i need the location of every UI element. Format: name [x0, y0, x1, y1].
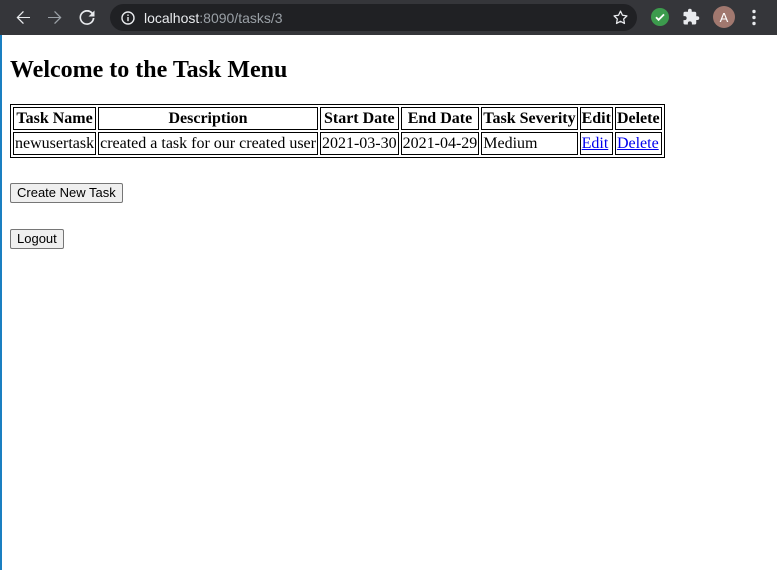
create-task-button[interactable]: Create New Task	[10, 183, 123, 203]
browser-toolbar: localhost:8090/tasks/3 A	[0, 0, 777, 35]
menu-icon[interactable]	[751, 9, 757, 26]
extension-check-icon[interactable]	[651, 8, 669, 26]
delete-link[interactable]: Delete	[617, 135, 659, 152]
header-delete: Delete	[614, 107, 662, 130]
cell-edit: Edit	[579, 132, 613, 155]
page-content: Welcome to the Task Menu Task Name Descr…	[10, 36, 665, 249]
table-header-row: Task Name Description Start Date End Dat…	[13, 107, 662, 130]
cell-description: created a task for our created user	[98, 132, 318, 155]
cell-delete: Delete	[614, 132, 662, 155]
window-edge	[0, 0, 2, 570]
reload-button[interactable]	[71, 0, 103, 35]
edit-link[interactable]: Edit	[582, 135, 609, 152]
header-task-name: Task Name	[13, 107, 97, 130]
logout-button[interactable]: Logout	[10, 229, 64, 249]
cell-task-name: newusertask	[13, 132, 97, 155]
cell-end-date: 2021-04-29	[400, 132, 480, 155]
star-icon[interactable]	[612, 9, 629, 26]
url-text[interactable]: localhost:8090/tasks/3	[144, 10, 283, 26]
table-row: newusertask created a task for our creat…	[13, 132, 662, 155]
back-button[interactable]	[7, 0, 39, 35]
url-path: :8090/tasks/3	[199, 9, 283, 26]
forward-icon	[48, 10, 62, 24]
info-icon[interactable]	[121, 10, 135, 25]
cell-severity: Medium	[481, 132, 578, 155]
forward-button[interactable]	[39, 0, 71, 35]
header-end-date: End Date	[400, 107, 480, 130]
page-title: Welcome to the Task Menu	[10, 57, 288, 83]
header-description: Description	[98, 107, 318, 130]
puzzle-icon[interactable]	[682, 8, 700, 26]
address-bar[interactable]: localhost:8090/tasks/3	[110, 4, 637, 31]
back-icon	[16, 10, 30, 24]
header-task-severity: Task Severity	[481, 107, 578, 130]
cell-start-date: 2021-03-30	[319, 132, 399, 155]
task-table: Task Name Description Start Date End Dat…	[10, 104, 665, 158]
url-host: localhost	[144, 9, 200, 26]
reload-icon	[79, 9, 95, 25]
header-edit: Edit	[579, 107, 613, 130]
avatar[interactable]: A	[713, 6, 735, 28]
header-start-date: Start Date	[319, 107, 399, 130]
